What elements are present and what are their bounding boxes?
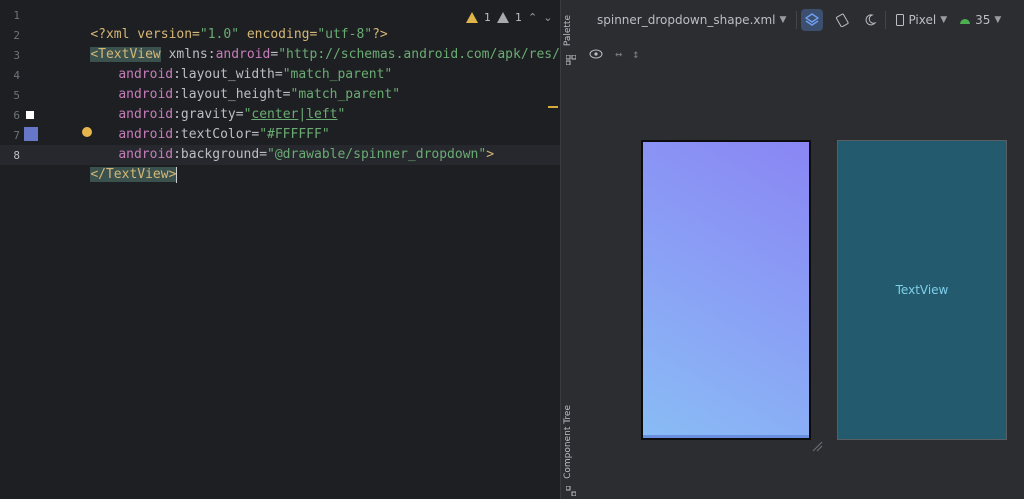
code-editor[interactable]: 1 2 3 4 5 6 7 8 <?xml version="1.0" enco… <box>0 0 623 499</box>
line-number: 3 <box>13 49 20 62</box>
textview-label: TextView <box>895 283 949 297</box>
inspection-widget[interactable]: 1 1 ⌃ ⌄ <box>466 9 552 25</box>
device-name: Pixel <box>908 13 937 27</box>
chevron-down-icon: ▼ <box>779 15 787 25</box>
view-options-bar: ↔ ↕ <box>589 44 639 64</box>
component-tree-icon[interactable] <box>566 486 576 496</box>
design-panel: spinner_dropdown_shape.xml ▼ Pixel ▼ 35 … <box>581 0 1024 499</box>
text-caret <box>176 166 178 183</box>
code-line-3[interactable]: android:layout_width="match_parent" <box>87 45 392 82</box>
line-number: 4 <box>13 69 20 82</box>
line-number: 2 <box>13 29 20 42</box>
side-tool-strip: Palette Component Tree <box>561 0 581 499</box>
chevron-down-icon: ▼ <box>940 15 948 25</box>
toolbar-divider <box>796 11 798 29</box>
component-tree-tab[interactable]: Component Tree <box>563 405 573 479</box>
design-surface-icon[interactable] <box>801 9 824 31</box>
code-line-2[interactable]: <TextView xmlns:android="http://schemas.… <box>59 25 623 62</box>
code-line-5[interactable]: android:gravity="center|left" <box>87 85 345 122</box>
palette-icon[interactable] <box>566 55 576 65</box>
code-line-4[interactable]: android:layout_height="match_parent" <box>87 65 400 102</box>
scrollbar-warning-marker[interactable] <box>548 106 558 108</box>
eye-icon[interactable] <box>589 48 605 60</box>
horizontal-resize-icon[interactable]: ↔ <box>615 47 622 61</box>
night-mode-icon[interactable] <box>859 9 881 31</box>
orientation-icon[interactable] <box>831 9 853 31</box>
preview-bottom-edge <box>643 435 809 438</box>
palette-tab[interactable]: Palette <box>563 15 573 46</box>
toolbar-divider <box>885 11 887 29</box>
warning-icon <box>466 11 478 23</box>
line-number: 8 <box>13 149 20 162</box>
file-selector[interactable]: spinner_dropdown_shape.xml ▼ <box>591 8 792 32</box>
android-icon <box>960 18 971 24</box>
code-line-1[interactable]: <?xml version="1.0" encoding="utf-8"?> <box>59 5 387 42</box>
warning-count: 1 <box>484 10 491 24</box>
api-level: 35 <box>975 13 991 27</box>
line-number: 5 <box>13 89 20 102</box>
drawable-preview-icon[interactable] <box>24 127 38 141</box>
blueprint-preview[interactable]: TextView <box>837 140 1007 440</box>
design-toolbar: spinner_dropdown_shape.xml ▼ Pixel ▼ 35 … <box>581 0 1024 40</box>
file-name: spinner_dropdown_shape.xml <box>597 13 776 27</box>
code-line-8[interactable]: </TextView> <box>59 145 178 183</box>
line-number: 6 <box>13 109 20 122</box>
api-level-selector[interactable]: 35 ▼ <box>953 8 1007 32</box>
device-icon <box>896 14 905 26</box>
weak-warning-count: 1 <box>515 10 522 24</box>
vertical-resize-icon[interactable]: ↕ <box>632 47 639 61</box>
preview-canvas[interactable]: TextView <box>581 68 1024 499</box>
weak-warning-icon <box>497 11 509 23</box>
resize-handle-icon[interactable] <box>811 440 823 452</box>
device-selector[interactable]: Pixel ▼ <box>890 8 953 32</box>
design-preview[interactable] <box>641 140 811 440</box>
line-number: 1 <box>13 9 20 22</box>
line-number: 7 <box>13 129 20 142</box>
code-line-6[interactable]: android:textColor="#FFFFFF" <box>87 105 329 142</box>
chevron-down-icon[interactable]: ⌄ <box>543 11 552 24</box>
code-line-7[interactable]: android:background="@drawable/spinner_dr… <box>87 125 494 162</box>
chevron-down-icon: ▼ <box>994 15 1002 25</box>
color-swatch-white-icon[interactable] <box>26 111 34 119</box>
chevron-up-icon[interactable]: ⌃ <box>528 11 537 24</box>
